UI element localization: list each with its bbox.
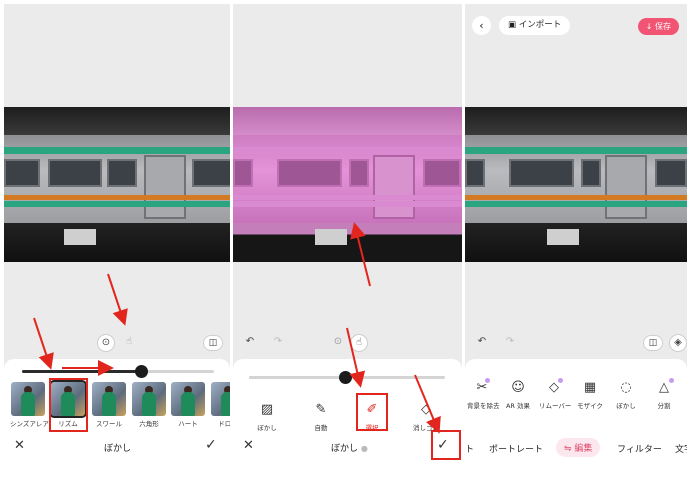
- new-badge: [485, 378, 490, 383]
- edit-result-panel: ‹ ▣ インポート ↓ 保存 ↶ ↷ ◫ ◈ ✂ 背景を除去 ☺ AR 効果 ◇…: [465, 4, 687, 477]
- highlight-box: [49, 378, 88, 432]
- effect-thumbnail: [132, 382, 166, 416]
- blur-icon: ◌: [620, 380, 632, 395]
- tab-edge[interactable]: ト: [465, 442, 474, 455]
- undo-icon[interactable]: ↶: [473, 334, 491, 352]
- close-icon[interactable]: ✕: [14, 438, 25, 453]
- effect-label: 六角形: [139, 420, 159, 428]
- train-photo-masked: [233, 107, 462, 262]
- redo-icon[interactable]: ↷: [269, 334, 287, 352]
- highlight-box: [431, 430, 461, 460]
- tool-label: 背景を除去: [467, 402, 500, 410]
- redo-icon[interactable]: ↷: [501, 334, 519, 352]
- hand-icon[interactable]: ☝: [120, 334, 138, 352]
- panel-title: ぼかし: [104, 444, 132, 454]
- tab-text[interactable]: 文字: [675, 442, 687, 455]
- slider-knob[interactable]: [339, 371, 353, 384]
- effect-label: ハート: [178, 420, 198, 428]
- face-icon: ☺: [511, 380, 525, 395]
- tool-mosaic[interactable]: ▦ モザイク: [575, 380, 605, 410]
- import-button[interactable]: ▣ インポート: [499, 16, 571, 35]
- tool-eraser[interactable]: ◇ 消しゴム: [411, 402, 441, 432]
- tool-label: 分割: [657, 402, 671, 410]
- tool-remover[interactable]: ◇ リムーバー: [539, 380, 572, 410]
- train-photo: [465, 107, 687, 262]
- train-photo: [4, 107, 230, 262]
- effect-item[interactable]: シンズアレア: [10, 382, 49, 428]
- compare-icon[interactable]: ⊙: [329, 334, 347, 352]
- split-view-icon[interactable]: ◫: [643, 335, 663, 351]
- tool-label: リムーバー: [539, 402, 572, 410]
- highlight-box: [356, 393, 388, 431]
- effect-label: スワール: [96, 420, 122, 428]
- save-button[interactable]: ↓ 保存: [637, 18, 679, 35]
- tool-auto[interactable]: ✎ 自動: [309, 402, 333, 432]
- tab-portrait[interactable]: ポートレート: [489, 442, 543, 455]
- tool-ar-effect[interactable]: ☺ AR 効果: [503, 380, 533, 410]
- effect-item[interactable]: スワール: [91, 382, 127, 428]
- tool-label: ぼかし: [257, 424, 277, 432]
- effect-thumbnail: [11, 382, 45, 416]
- close-icon[interactable]: ✕: [243, 438, 254, 453]
- brush-size-slider[interactable]: [249, 371, 445, 384]
- effect-item[interactable]: ドロッ: [210, 382, 230, 428]
- effect-label: ドロッ: [218, 420, 230, 428]
- blur-icon: ▨: [260, 402, 274, 417]
- new-badge: [669, 378, 674, 383]
- split-view-icon[interactable]: ◫: [203, 335, 223, 351]
- info-icon[interactable]: ●: [361, 444, 368, 453]
- confirm-check-icon[interactable]: ✓: [205, 437, 217, 453]
- hand-icon[interactable]: ☝: [350, 334, 368, 352]
- compare-icon[interactable]: ⊙: [97, 334, 115, 352]
- auto-brush-icon: ✎: [315, 402, 327, 417]
- tool-split[interactable]: △ 分割: [649, 380, 679, 410]
- mosaic-icon: ▦: [583, 380, 597, 395]
- tools-sheet: [465, 359, 687, 477]
- tool-label: AR 効果: [505, 402, 531, 410]
- tool-label: 自動: [314, 424, 328, 432]
- effect-thumbnail: [92, 382, 126, 416]
- back-icon[interactable]: ‹: [472, 16, 491, 35]
- screenshot-stage: ⊙ ☝ ◫ シンズアレア リズム スワール 六角形 ハート ドロ ✕ ぼかし ✓…: [0, 0, 688, 481]
- sliders-icon: ⇋: [564, 444, 572, 454]
- effect-item[interactable]: ハート: [170, 382, 206, 428]
- new-badge: [558, 378, 563, 383]
- effect-item[interactable]: 六角形: [131, 382, 167, 428]
- effect-thumbnail: [211, 382, 230, 416]
- panel-title: ぼかし ●: [331, 444, 368, 454]
- tool-blur[interactable]: ▨ ぼかし: [255, 402, 279, 432]
- effect-label: シンズアレア: [10, 420, 49, 428]
- effect-thumbnail: [171, 382, 205, 416]
- tool-remove-background[interactable]: ✂ 背景を除去: [467, 380, 500, 410]
- tool-label: モザイク: [577, 402, 603, 410]
- tab-filter[interactable]: フィルター: [617, 442, 662, 455]
- undo-icon[interactable]: ↶: [241, 334, 259, 352]
- blur-select-panel: ↶ ↷ ⊙ ☝ ▨ ぼかし ✎ 自動 ✐ 選択 ◇ 消しゴム ✕ ぼかし ● ✓: [233, 4, 462, 477]
- tab-edit[interactable]: ⇋ 編集: [556, 438, 601, 457]
- intensity-slider[interactable]: [22, 365, 214, 378]
- tool-label: ぼかし: [616, 402, 636, 410]
- blur-effect-panel: ⊙ ☝ ◫ シンズアレア リズム スワール 六角形 ハート ドロ ✕ ぼかし ✓: [4, 4, 230, 477]
- layers-icon[interactable]: ◈: [669, 334, 687, 352]
- slider-knob[interactable]: [135, 365, 149, 378]
- eraser-icon: ◇: [421, 402, 431, 417]
- tool-blur[interactable]: ◌ ぼかし: [611, 380, 641, 410]
